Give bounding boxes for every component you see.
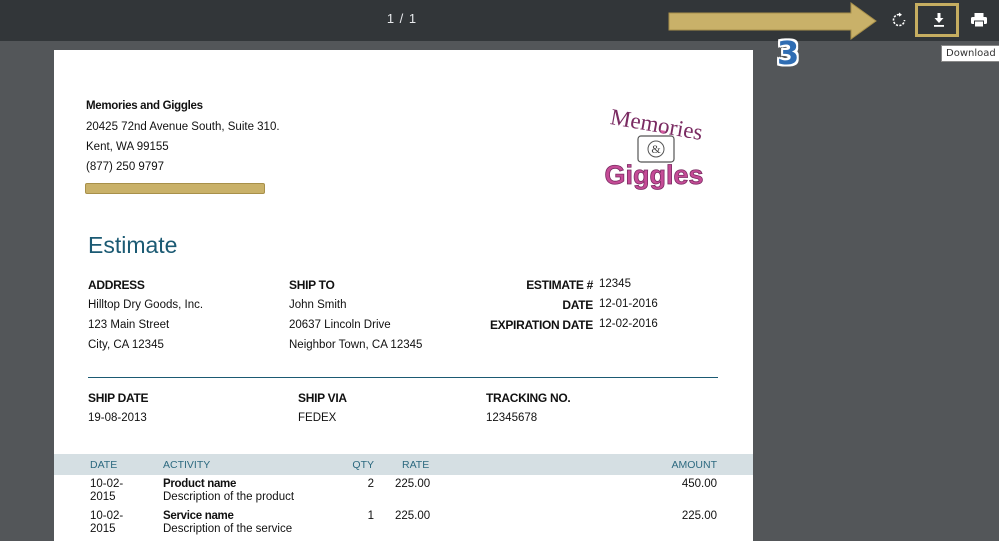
ship-to-line2: 20637 Lincoln Drive (289, 319, 391, 331)
col-rate-header: RATE (402, 459, 430, 471)
ship-via: FEDEX (298, 412, 337, 424)
estimate-date-label: DATE (562, 298, 593, 312)
row-item-description: Description of the service (163, 523, 293, 535)
col-amount-header: AMOUNT (671, 459, 718, 471)
row-rate: 225.00 (395, 478, 431, 490)
col-qty-header: QTY (352, 459, 374, 471)
ship-date: 19-08-2013 (88, 412, 147, 424)
rotate-icon[interactable] (887, 8, 911, 32)
row-item-name: Service name (163, 510, 234, 522)
col-activity-header: ACTIVITY (163, 459, 211, 471)
row-qty: 2 (367, 478, 374, 490)
section-divider (88, 377, 718, 378)
row-amount: 225.00 (681, 510, 717, 522)
ship-to-line3: Neighbor Town, CA 12345 (289, 339, 423, 351)
annotation-arrow (668, 2, 877, 40)
estimate-number: 12345 (599, 278, 631, 290)
company-logo: Memories & Giggles (604, 108, 705, 190)
ship-to-label: SHIP TO (289, 278, 335, 292)
expiration-date-label: EXPIRATION DATE (489, 318, 593, 332)
page-counter: 1 / 1 (386, 11, 418, 26)
logo-text-memories: Memories (609, 108, 705, 145)
address-line3: City, CA 12345 (88, 339, 164, 351)
row-date-line1: 10-02- (90, 510, 124, 522)
row-amount: 450.00 (681, 478, 717, 490)
estimate-date: 12-01-2016 (599, 298, 658, 310)
row-rate: 225.00 (395, 510, 431, 522)
download-highlight-box (915, 3, 959, 37)
print-button[interactable] (967, 8, 991, 32)
ship-date-label: SHIP DATE (88, 391, 149, 405)
ship-via-label: SHIP VIA (298, 391, 347, 405)
logo-text-giggles: Giggles (604, 160, 703, 190)
company-address-line1: 20425 72nd Avenue South, Suite 310. (86, 121, 280, 133)
redaction-bar (85, 183, 265, 194)
ship-to-line1: John Smith (289, 299, 347, 311)
address-line1: Hilltop Dry Goods, Inc. (88, 299, 204, 311)
row-item-name: Product name (163, 478, 237, 490)
row-date-line2: 2015 (90, 491, 116, 503)
estimate-number-label: ESTIMATE # (526, 278, 593, 292)
pdf-page: Memories and Giggles 20425 72nd Avenue S… (54, 50, 753, 541)
row-item-description: Description of the product (163, 491, 295, 503)
company-name: Memories and Giggles (86, 100, 203, 112)
tracking-label: TRACKING NO. (486, 391, 571, 405)
logo-text-amp: & (651, 142, 661, 156)
step-number: 3 (777, 34, 800, 72)
estimate-title: Estimate (88, 232, 178, 258)
download-tooltip: Download (941, 45, 999, 62)
company-phone: (877) 250 9797 (86, 161, 165, 173)
row-date-line1: 10-02- (90, 478, 124, 490)
address-label: ADDRESS (88, 278, 145, 292)
print-icon (971, 13, 987, 28)
company-address-line2: Kent, WA 99155 (86, 141, 169, 153)
tracking-number: 12345678 (486, 412, 538, 424)
row-date-line2: 2015 (90, 523, 116, 535)
row-qty: 1 (367, 510, 374, 522)
expiration-date: 12-02-2016 (599, 318, 658, 330)
address-line2: 123 Main Street (88, 319, 170, 331)
col-date-header: DATE (90, 459, 118, 471)
